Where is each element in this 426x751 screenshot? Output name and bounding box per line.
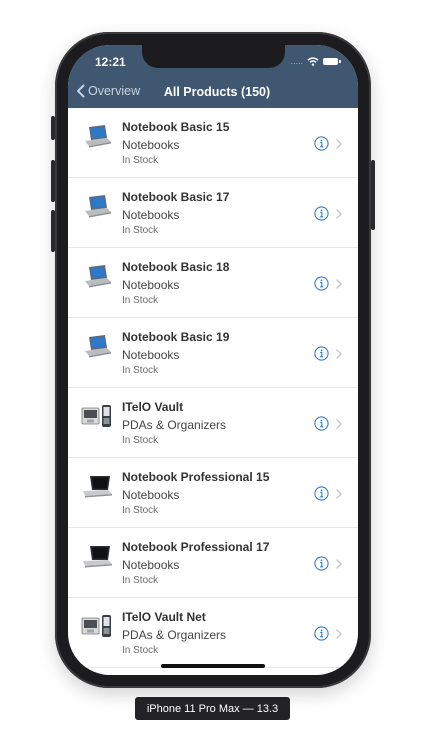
list-item[interactable]: Notebook Basic 15 Notebooks In Stock	[68, 108, 358, 178]
product-category: Notebooks	[122, 208, 180, 222]
laptop-basic-icon	[85, 265, 111, 288]
laptop-basic-icon	[85, 125, 111, 148]
laptop-basic-icon	[85, 195, 111, 218]
stock-status: In Stock	[122, 155, 159, 166]
product-category: PDAs & Organizers	[122, 628, 227, 642]
chevron-right-icon	[336, 349, 342, 359]
screen: 12:21 ..... Overview All Products (150)	[68, 45, 358, 675]
pda-icon	[81, 405, 111, 427]
volume-down-button	[51, 210, 55, 252]
product-category: Notebooks	[122, 348, 180, 362]
battery-icon	[323, 57, 341, 65]
volume-up-button	[51, 160, 55, 202]
stock-status: In Stock	[122, 505, 159, 516]
product-category: Notebooks	[122, 558, 180, 572]
chevron-right-icon	[336, 419, 342, 429]
info-icon[interactable]	[314, 486, 329, 501]
info-icon[interactable]	[314, 346, 329, 361]
chevron-right-icon	[336, 279, 342, 289]
product-category: Notebooks	[122, 138, 180, 152]
status-indicators: .....	[290, 56, 341, 66]
laptop-basic-icon	[85, 335, 111, 358]
page-title: All Products (150)	[163, 85, 271, 99]
home-indicator[interactable]	[161, 664, 265, 668]
info-icon[interactable]	[314, 276, 329, 291]
status-time: 12:21	[95, 55, 126, 69]
list-item[interactable]: Notebook Basic 19 Notebooks In Stock	[68, 318, 358, 388]
product-name: Notebook Basic 17	[122, 190, 230, 204]
navigation-bar: 12:21 ..... Overview All Products (150)	[68, 45, 358, 108]
stock-status: In Stock	[122, 225, 159, 236]
list-item[interactable]: ITelO Vault Net PDAs & Organizers In Sto…	[68, 598, 358, 668]
product-name: Notebook Basic 19	[122, 330, 230, 344]
product-name: Notebook Professional 17	[122, 540, 270, 554]
info-icon[interactable]	[314, 416, 329, 431]
product-name: ITelO Vault Net	[122, 610, 206, 624]
stock-status: In Stock	[122, 575, 159, 586]
list-item[interactable]: Notebook Basic 17 Notebooks In Stock	[68, 178, 358, 248]
list-item[interactable]: Notebook Professional 15 Notebooks In St…	[68, 458, 358, 528]
chevron-right-icon	[336, 489, 342, 499]
product-name: Notebook Basic 18	[122, 260, 230, 274]
product-category: PDAs & Organizers	[122, 418, 227, 432]
list-item[interactable]: Notebook Basic 18 Notebooks In Stock	[68, 248, 358, 318]
wifi-icon	[307, 56, 319, 66]
pda-icon	[81, 615, 111, 637]
stock-status: In Stock	[122, 645, 159, 656]
product-category: Notebooks	[122, 488, 180, 502]
silent-switch	[51, 116, 55, 140]
chevron-right-icon	[336, 559, 342, 569]
info-icon[interactable]	[314, 206, 329, 221]
list-item[interactable]: ITelO Vault PDAs & Organizers In Stock	[68, 388, 358, 458]
product-name: ITelO Vault	[122, 400, 184, 414]
stock-status: In Stock	[122, 435, 159, 446]
chevron-right-icon	[336, 139, 342, 149]
product-category: Notebooks	[122, 278, 180, 292]
stock-status: In Stock	[122, 295, 159, 306]
info-icon[interactable]	[314, 626, 329, 641]
stock-status: In Stock	[122, 365, 159, 376]
product-name: Notebook Professional 15	[122, 470, 270, 484]
info-icon[interactable]	[314, 136, 329, 151]
product-list: Notebook Basic 15 Notebooks In Stock Not…	[68, 108, 358, 668]
info-icon[interactable]	[314, 556, 329, 571]
power-button	[371, 160, 375, 230]
laptop-professional-icon	[83, 546, 112, 568]
list-item[interactable]: Notebook Professional 17 Notebooks In St…	[68, 528, 358, 598]
device-label: iPhone 11 Pro Max — 13.3	[135, 697, 290, 720]
notch	[142, 45, 285, 68]
chevron-right-icon	[336, 629, 342, 639]
laptop-professional-icon	[83, 476, 112, 498]
signal-dots: .....	[290, 56, 303, 66]
product-name: Notebook Basic 15	[122, 120, 230, 134]
chevron-right-icon	[336, 209, 342, 219]
